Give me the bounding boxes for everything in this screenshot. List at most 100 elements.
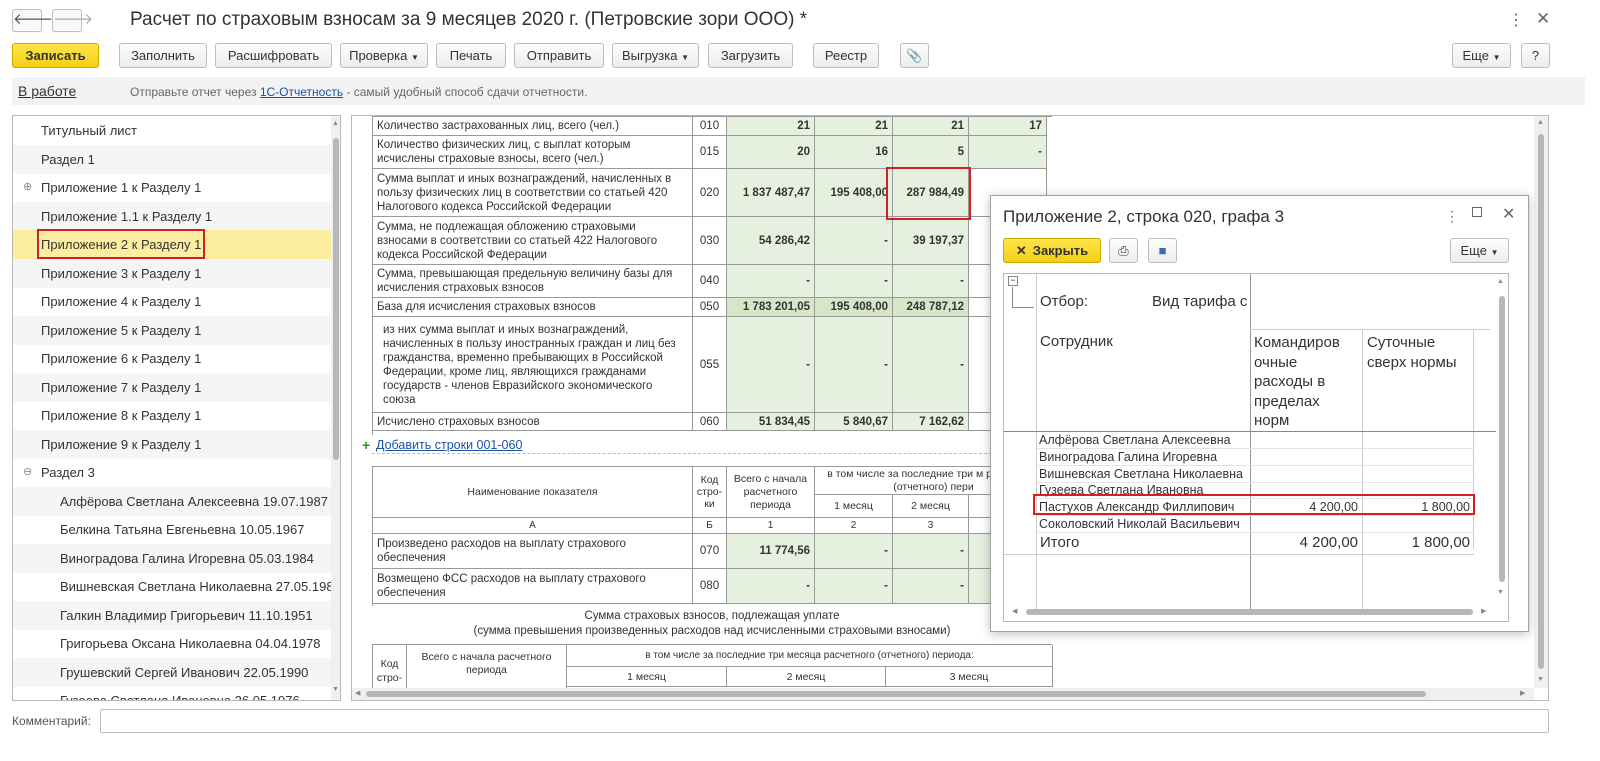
value-cell[interactable]: - bbox=[969, 136, 1047, 169]
value-cell[interactable]: - bbox=[727, 317, 815, 413]
maximize-icon[interactable] bbox=[1472, 207, 1482, 217]
fill-button[interactable]: Заполнить bbox=[119, 43, 207, 68]
value-cell[interactable]: 17 bbox=[969, 117, 1047, 136]
value-cell[interactable]: - bbox=[893, 317, 969, 413]
report-vscroll[interactable]: ▲ ▼ bbox=[1534, 116, 1548, 688]
value-cell[interactable]: - bbox=[815, 265, 893, 298]
back-button[interactable]: 🡐 bbox=[12, 9, 53, 32]
scroll-right-icon[interactable]: ▶ bbox=[1481, 607, 1486, 615]
value-cell[interactable]: - bbox=[815, 569, 893, 604]
value-cell[interactable]: 248 787,12 bbox=[893, 298, 969, 317]
tree-item[interactable]: Приложение 5 к Разделу 1 bbox=[13, 315, 331, 345]
close-icon[interactable]: ✕ bbox=[1536, 9, 1550, 29]
tree-item[interactable]: Галкин Владимир Григорьевич 11.10.1951 bbox=[13, 600, 331, 630]
dialog-print-button[interactable]: ⎙ bbox=[1109, 238, 1138, 263]
dialog-more-button[interactable]: Еще ▼ bbox=[1450, 238, 1509, 263]
tree-scroll-thumb[interactable] bbox=[333, 138, 339, 460]
close-icon[interactable]: ✕ bbox=[1502, 204, 1515, 224]
status-link[interactable]: В работе bbox=[18, 83, 76, 99]
value-cell[interactable]: 39 197,37 bbox=[893, 217, 969, 265]
tree-item[interactable]: Раздел 1 bbox=[13, 144, 331, 174]
scroll-right-icon[interactable]: ▶ bbox=[1520, 689, 1525, 697]
value-cell[interactable]: 5 840,67 bbox=[815, 413, 893, 431]
report-hscroll-thumb[interactable] bbox=[366, 691, 1426, 697]
send-button[interactable]: Отправить bbox=[514, 43, 604, 68]
value-cell[interactable]: 1 837 487,47 bbox=[727, 169, 815, 217]
value-cell[interactable]: - bbox=[815, 217, 893, 265]
tree-item[interactable]: Приложение 4 к Разделу 1 bbox=[13, 287, 331, 316]
dialog-close-button[interactable]: ✕ Закрыть bbox=[1003, 238, 1101, 263]
value-cell[interactable]: 195 408,00 bbox=[815, 298, 893, 317]
tree-item[interactable]: Приложение 6 к Разделу 1 bbox=[13, 344, 331, 373]
save-button[interactable]: Записать bbox=[12, 43, 99, 68]
value-cell[interactable]: - bbox=[815, 534, 893, 569]
attach-button[interactable]: 📎 bbox=[900, 43, 929, 68]
scroll-down-icon[interactable]: ▼ bbox=[332, 686, 339, 693]
value-cell[interactable]: 21 bbox=[727, 117, 815, 136]
value-cell[interactable]: 16 bbox=[815, 136, 893, 169]
comment-input[interactable] bbox=[100, 709, 1549, 733]
load-button[interactable]: Загрузить bbox=[708, 43, 793, 68]
value-cell[interactable]: 20 bbox=[727, 136, 815, 169]
value-cell[interactable]: - bbox=[727, 265, 815, 298]
scroll-left-icon[interactable]: ◀ bbox=[355, 689, 360, 697]
tree-item[interactable]: Грушевский Сергей Иванович 22.05.1990 bbox=[13, 657, 331, 687]
add-rows-link[interactable]: Добавить строки 001-060 bbox=[376, 438, 522, 452]
forward-button[interactable]: 🡒 bbox=[52, 9, 93, 32]
dialog-vscroll-thumb[interactable] bbox=[1499, 296, 1505, 582]
more-dropdown-button[interactable]: Еще ▼ bbox=[1452, 43, 1511, 68]
collapse-icon[interactable]: ⊖ bbox=[23, 458, 32, 487]
1c-reporting-link[interactable]: 1С-Отчетность bbox=[260, 85, 343, 99]
tree-item[interactable]: Приложение 2 к Разделу 1 bbox=[13, 230, 331, 259]
scroll-up-icon[interactable]: ▲ bbox=[332, 120, 339, 127]
tree-item[interactable]: Приложение 3 к Разделу 1 bbox=[13, 258, 331, 288]
tree-item[interactable]: Приложение 7 к Разделу 1 bbox=[13, 372, 331, 402]
registry-button[interactable]: Реестр bbox=[813, 43, 879, 68]
tree-item[interactable]: Приложение 9 к Разделу 1 bbox=[13, 429, 331, 459]
employee-row[interactable]: Вишневская Светлана Николаевна bbox=[1037, 466, 1474, 483]
value-cell[interactable]: - bbox=[815, 317, 893, 413]
tree-item[interactable]: Вишневская Светлана Николаевна 27.05.198 bbox=[13, 572, 334, 601]
scroll-down-icon[interactable]: ▼ bbox=[1537, 676, 1544, 683]
value-cell[interactable]: 11 774,56 bbox=[727, 534, 815, 569]
report-hscroll[interactable]: ◀ ▶ bbox=[352, 688, 1534, 700]
tree-item[interactable]: Приложение 8 к Разделу 1 bbox=[13, 401, 331, 430]
tree-item[interactable]: Белкина Татьяна Евгеньевна 10.05.1967 bbox=[13, 515, 331, 544]
scroll-up-icon[interactable]: ▲ bbox=[1497, 278, 1504, 285]
value-cell[interactable]: 287 984,49 bbox=[893, 169, 969, 217]
dialog-save-button[interactable]: ■ bbox=[1148, 238, 1177, 263]
tree-item[interactable]: Виноградова Галина Игоревна 05.03.1984 bbox=[13, 543, 331, 573]
scroll-down-icon[interactable]: ▼ bbox=[1497, 589, 1504, 596]
tree-item[interactable]: Алфёрова Светлана Алексеевна 19.07.1987 bbox=[13, 486, 331, 516]
tree-item[interactable]: Приложение 1.1 к Разделу 1 bbox=[13, 201, 331, 231]
scroll-left-icon[interactable]: ◀ bbox=[1012, 607, 1017, 615]
value-cell[interactable]: 21 bbox=[815, 117, 893, 136]
value-cell[interactable]: 51 834,45 bbox=[727, 413, 815, 431]
tree-scrollbar[interactable]: ▲ ▼ bbox=[331, 116, 340, 700]
tree-item[interactable]: Гузеева Светлана Ивановна 26.05.1976 bbox=[13, 686, 331, 700]
report-vscroll-thumb[interactable] bbox=[1538, 134, 1544, 669]
value-cell[interactable]: 195 408,00 bbox=[815, 169, 893, 217]
employee-row[interactable]: Алфёрова Светлана Алексеевна bbox=[1037, 432, 1474, 449]
collapse-icon[interactable]: − bbox=[1008, 276, 1018, 286]
value-cell[interactable]: 7 162,62 bbox=[893, 413, 969, 431]
scroll-up-icon[interactable]: ▲ bbox=[1537, 119, 1544, 126]
value-cell[interactable]: - bbox=[893, 534, 969, 569]
employee-row[interactable]: Гузеева Светлана Ивановна bbox=[1037, 482, 1474, 500]
decode-button[interactable]: Расшифровать bbox=[215, 43, 332, 68]
dialog-hscroll-thumb[interactable] bbox=[1026, 609, 1473, 615]
export-dropdown-button[interactable]: Выгрузка ▼ bbox=[612, 43, 699, 68]
more-vertical-icon[interactable]: ⋮ bbox=[1445, 208, 1459, 225]
employee-row[interactable]: Виноградова Галина Игоревна bbox=[1037, 449, 1474, 466]
print-button[interactable]: Печать bbox=[436, 43, 506, 68]
check-dropdown-button[interactable]: Проверка ▼ bbox=[340, 43, 428, 68]
value-cell[interactable]: - bbox=[893, 569, 969, 604]
help-button[interactable]: ? bbox=[1521, 43, 1550, 68]
value-cell[interactable]: 1 783 201,05 bbox=[727, 298, 815, 317]
tree-item[interactable]: ⊖ Раздел 3 bbox=[13, 458, 331, 487]
more-vertical-icon[interactable]: ⋮ bbox=[1508, 10, 1524, 30]
tree-item[interactable]: Григорьева Оксана Николаевна 04.04.1978 bbox=[13, 629, 331, 658]
value-cell[interactable]: - bbox=[727, 569, 815, 604]
value-cell[interactable]: 5 bbox=[893, 136, 969, 169]
tree-item[interactable]: ⊕ Приложение 1 к Разделу 1 bbox=[13, 173, 331, 202]
